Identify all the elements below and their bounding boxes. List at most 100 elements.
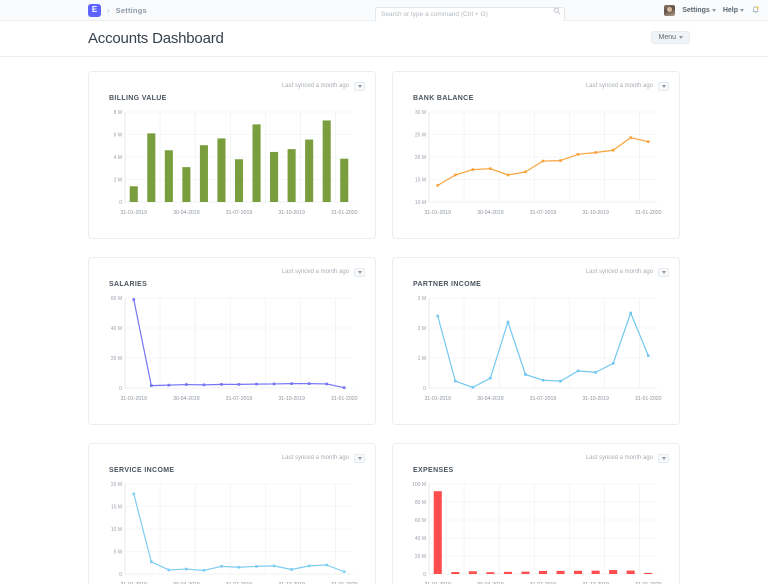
global-search[interactable] [375,3,565,22]
chevron-down-icon [357,270,362,274]
search-input[interactable] [375,7,565,22]
svg-text:31-01-2020: 31-01-2020 [331,210,358,216]
svg-text:10 M: 10 M [415,200,426,206]
top-navbar: E › Settings Settings Help [0,0,768,22]
svg-text:3 M: 3 M [418,296,426,302]
svg-text:31-07-2019: 31-07-2019 [226,210,253,216]
svg-text:60 M: 60 M [111,296,122,302]
chevron-down-icon [661,456,666,460]
svg-text:31-07-2019: 31-07-2019 [530,210,557,216]
svg-text:31-01-2020: 31-01-2020 [331,396,358,402]
chart-title: SALARIES [109,281,148,288]
svg-text:31-10-2019: 31-10-2019 [278,210,305,216]
notification-bell-icon[interactable] [751,6,760,15]
chevron-down-icon [661,270,666,274]
nav-help-menu[interactable]: Help [723,7,744,14]
svg-text:20 M: 20 M [415,554,426,560]
svg-text:10 M: 10 M [111,527,122,533]
chart-card-bank-balance: Last synced a month ago BANK BALANCE 10 … [392,71,680,239]
chart-salaries: 0 20 M 40 M 60 M 31-01-2019 30-04-2019 31-07-2… [99,292,365,404]
chart-card-partner-income: Last synced a month ago PARTNER INCOME 0… [392,257,680,425]
card-menu-button[interactable] [354,81,365,91]
chart-card-billing-value: Last synced a month ago BILLING VALUE 0 2… [88,71,376,239]
sync-status: Last synced a month ago [585,269,653,275]
user-avatar[interactable] [664,5,676,16]
page-title: Accounts Dashboard [88,30,224,47]
svg-text:31-01-2019: 31-01-2019 [424,210,451,216]
svg-text:1 M: 1 M [418,356,426,362]
chart-billing-value: 0 2 M 4 M 6 M 8 M 31-01-2019 30-04-2019 31-07-2… [99,106,365,218]
chart-title: SERVICE INCOME [109,467,175,474]
svg-text:15 M: 15 M [111,504,122,510]
card-header: Last synced a month ago [99,452,365,464]
navbar-right-group: Settings Help [664,0,760,21]
nav-help-label: Help [722,7,738,14]
svg-text:30-04-2019: 30-04-2019 [477,396,504,402]
sync-status: Last synced a month ago [585,455,653,461]
search-icon [553,7,561,14]
nav-settings-menu[interactable]: Settings [682,7,716,14]
svg-text:20 M: 20 M [111,482,122,488]
chevron-down-icon [661,84,666,88]
nav-settings-label: Settings [682,7,710,14]
svg-text:31-10-2019: 31-10-2019 [278,396,305,402]
chart-card-service-income: Last synced a month ago SERVICE INCOME 0… [88,443,376,584]
svg-text:20 M: 20 M [111,356,122,362]
app-logo[interactable]: E [88,3,101,17]
svg-text:30-04-2019: 30-04-2019 [173,210,200,216]
dashboard-row-3: Last synced a month ago SERVICE INCOME 0… [88,443,680,584]
card-header: Last synced a month ago [403,80,669,92]
chart-title: PARTNER INCOME [413,281,482,288]
chevron-down-icon [711,9,716,12]
svg-text:31-01-2019: 31-01-2019 [120,210,147,216]
page-header: Accounts Dashboard Menu [0,21,768,57]
svg-text:6 M: 6 M [114,132,122,138]
svg-text:30-04-2019: 30-04-2019 [477,210,504,216]
svg-text:80 M: 80 M [415,500,426,506]
svg-text:5 M: 5 M [114,549,122,555]
card-menu-button[interactable] [658,267,669,277]
page-menu-button[interactable]: Menu [651,31,690,44]
chevron-down-icon [679,36,683,39]
svg-text:40 M: 40 M [415,536,426,542]
chart-expenses: 020 M40 M60 M80 M100 M31-01-201930-04-20… [403,478,669,584]
svg-text:30 M: 30 M [415,110,426,116]
card-header: Last synced a month ago [99,80,365,92]
chevron-down-icon [740,9,744,12]
sync-status: Last synced a month ago [281,269,349,275]
card-menu-button[interactable] [354,453,365,463]
svg-text:25 M: 25 M [415,132,426,138]
card-menu-button[interactable] [658,453,669,463]
svg-text:0: 0 [119,572,122,578]
chart-title: BANK BALANCE [413,95,474,102]
svg-text:31-01-2020: 31-01-2020 [635,396,662,402]
sync-status: Last synced a month ago [585,83,653,89]
chart-bank-balance: 10 M 15 M 20 M 25 M 30 M 31-01-2019 30-04-2019… [403,106,669,218]
svg-text:31-01-2020: 31-01-2020 [635,210,662,216]
card-header: Last synced a month ago [403,266,669,278]
chevron-down-icon [357,84,362,88]
page-menu-label: Menu [658,34,676,41]
chart-card-salaries: Last synced a month ago SALARIES 0 20 M 40… [88,257,376,425]
card-header: Last synced a month ago [99,266,365,278]
svg-text:31-10-2019: 31-10-2019 [582,396,609,402]
svg-text:0: 0 [423,386,426,392]
svg-text:40 M: 40 M [111,326,122,332]
sync-status: Last synced a month ago [281,455,349,461]
chart-title: EXPENSES [413,467,454,474]
svg-text:60 M: 60 M [415,518,426,524]
card-menu-button[interactable] [354,267,365,277]
svg-text:8 M: 8 M [114,110,122,116]
sync-status: Last synced a month ago [281,83,349,89]
dashboard-row-2: Last synced a month ago SALARIES 0 20 M 40… [88,257,680,425]
breadcrumb-settings[interactable]: Settings [116,6,147,15]
svg-text:31-01-2019: 31-01-2019 [120,396,147,402]
chart-title: BILLING VALUE [109,95,167,102]
chart-partner-income: 0 1 M 2 M 3 M 31-01-2019 30-04-2019 31-07-2019… [403,292,669,404]
svg-text:100 M: 100 M [412,482,426,488]
card-header: Last synced a month ago [403,452,669,464]
dashboard-grid: Last synced a month ago BILLING VALUE 0 2… [0,57,768,584]
card-menu-button[interactable] [658,81,669,91]
svg-text:20 M: 20 M [415,155,426,161]
svg-text:4 M: 4 M [114,155,122,161]
